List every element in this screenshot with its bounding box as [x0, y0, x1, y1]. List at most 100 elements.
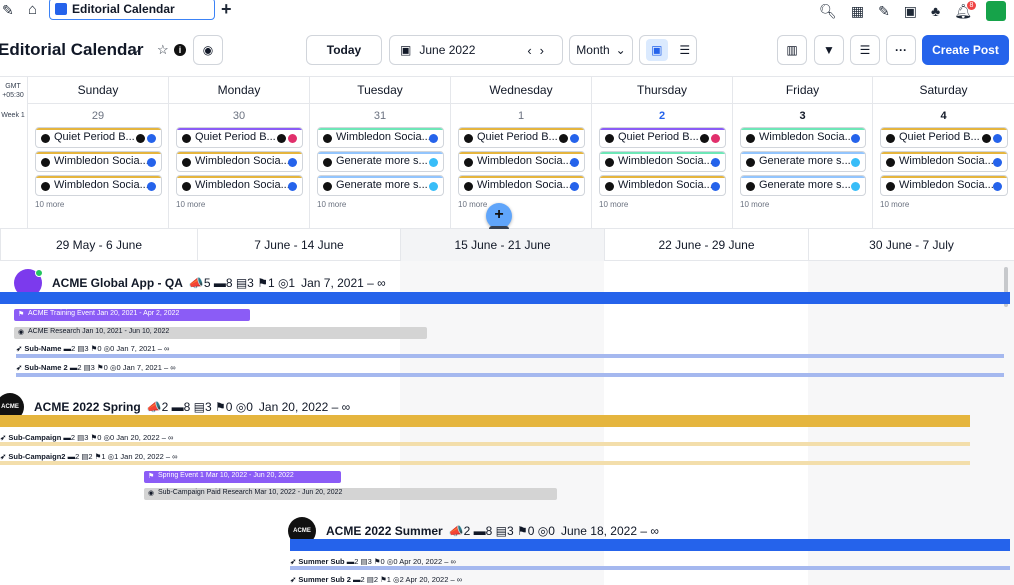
- people-icon[interactable]: ♣: [931, 3, 940, 19]
- post-card[interactable]: Wimbledon Socia...: [35, 175, 162, 196]
- add-tab-button[interactable]: +: [221, 0, 232, 20]
- week-range[interactable]: 22 June - 29 June: [604, 229, 808, 261]
- sub-campaign-row[interactable]: ➶ Summer Sub ▬2 ▤3 ⚑0 ◎0 Apr 20, 2022 – …: [290, 557, 456, 566]
- day-column-monday[interactable]: Monday 30 Quiet Period B... Wimbledon Socia…: [168, 77, 309, 230]
- tab-editorial-calendar[interactable]: Editorial Calendar: [49, 0, 215, 20]
- more-link[interactable]: 10 more: [35, 200, 168, 209]
- channel-icon: [288, 182, 297, 191]
- apps-icon[interactable]: ▦: [851, 3, 864, 20]
- post-card[interactable]: Wimbledon Socia...: [740, 127, 866, 148]
- post-card[interactable]: Wimbledon Socia...: [599, 151, 726, 172]
- bell-icon[interactable]: 🔔︎ 8: [954, 0, 976, 20]
- date-picker[interactable]: ▣ June 2022 ‹›: [389, 35, 563, 65]
- profile-icon: [41, 182, 50, 191]
- sub-campaign-row[interactable]: ➶ Sub-Name 2 ▬2 ▤3 ⚑0 ◎0 Jan 7, 2021 – ∞: [16, 363, 176, 372]
- status-icon: [700, 134, 709, 143]
- post-card[interactable]: Quiet Period B...: [35, 127, 162, 148]
- calendar-toolbar: Editorial Calendar ⌄ ☆ i ◉ Today ▣ June …: [0, 35, 1014, 67]
- user-avatar[interactable]: [986, 1, 1006, 21]
- profile-icon: [41, 134, 50, 143]
- day-column-tuesday[interactable]: Tuesday 31 Wimbledon Socia... Generate more…: [309, 77, 450, 230]
- sub-campaign-bar[interactable]: [0, 461, 970, 465]
- post-card[interactable]: Quiet Period B...: [176, 127, 303, 148]
- campaign-dates: Jan 7, 2021 – ∞: [301, 276, 386, 290]
- post-card[interactable]: Generate more s...: [317, 151, 444, 172]
- columns-button[interactable]: ▥: [777, 35, 807, 65]
- sub-campaign-row[interactable]: ➶ Sub-Name ▬2 ▤3 ⚑0 ◎0 Jan 7, 2021 – ∞: [16, 344, 169, 353]
- day-column-saturday[interactable]: Saturday 4 Quiet Period B... Wimbledon Soci…: [872, 77, 1014, 230]
- post-card[interactable]: Generate more s...: [740, 175, 866, 196]
- sliders-icon[interactable]: ☰: [679, 43, 690, 57]
- sub-campaign-bar[interactable]: [290, 566, 1010, 570]
- post-title: Wimbledon Socia...: [899, 155, 994, 167]
- prev-next-arrows[interactable]: ‹›: [527, 43, 552, 58]
- search-icon[interactable]: 🔍︎: [819, 3, 837, 20]
- calendar-view-icon[interactable]: ▣: [645, 39, 668, 61]
- campaign-gantt: ACME Global App - QA 📣5 ▬8 ▤3 ⚑1 ◎1 Jan …: [0, 261, 1014, 585]
- research-pill[interactable]: ◉ ACME Research Jan 10, 2021 - Jun 10, 20…: [14, 327, 427, 339]
- post-card[interactable]: Quiet Period B...: [599, 127, 726, 148]
- week-range[interactable]: 15 June - 21 June: [400, 229, 604, 261]
- add-post-button[interactable]: +: [486, 203, 512, 232]
- chevron-down-icon[interactable]: ⌄: [131, 42, 141, 56]
- view-mode-select[interactable]: Month ⌄: [569, 35, 633, 65]
- channel-icon: [711, 182, 720, 191]
- post-card[interactable]: Wimbledon Socia...: [880, 175, 1008, 196]
- post-card[interactable]: Generate more s...: [740, 151, 866, 172]
- event-pill[interactable]: ⚑ Spring Event 1 Mar 10, 2022 - Jun 20, 2…: [144, 471, 341, 483]
- app-logo-icon[interactable]: ✎: [2, 2, 14, 19]
- campaign-bar[interactable]: [290, 539, 1010, 551]
- star-icon[interactable]: ☆: [157, 42, 169, 58]
- create-post-button[interactable]: Create Post: [922, 35, 1009, 65]
- today-button[interactable]: Today: [306, 35, 382, 65]
- day-column-thursday[interactable]: Thursday 2 Quiet Period B... Wimbledon Soci…: [591, 77, 732, 230]
- sub-campaign-row[interactable]: ➶ Summer Sub 2 ▬2 ▤2 ⚑1 ◎2 Apr 20, 2022 …: [290, 575, 462, 584]
- sort-button[interactable]: ☰: [850, 35, 880, 65]
- day-number: 30: [232, 110, 246, 122]
- campaign-name: ACME 2022 Spring: [34, 400, 141, 414]
- more-link[interactable]: 10 more: [176, 200, 309, 209]
- post-card[interactable]: Wimbledon Socia...: [35, 151, 162, 172]
- research-pill[interactable]: ◉ Sub-Campaign Paid Research Mar 10, 2022…: [144, 488, 557, 500]
- sort-icon: ☰: [859, 43, 871, 57]
- sub-campaign-row[interactable]: ➶ Sub-Campaign ▬2 ▤3 ⚑0 ◎0 Jan 20, 2022 …: [0, 433, 173, 442]
- compose-icon[interactable]: ✎: [878, 3, 890, 20]
- event-pill[interactable]: ⚑ ACME Training Event Jan 20, 2021 - Apr …: [14, 309, 250, 321]
- more-link[interactable]: 10 more: [880, 200, 1014, 209]
- more-button[interactable]: ···: [886, 35, 916, 65]
- day-column-sunday[interactable]: Sunday 29 Quiet Period B... Wimbledon Socia…: [27, 77, 168, 230]
- visibility-button[interactable]: ◉: [193, 35, 223, 65]
- day-column-friday[interactable]: Friday 3 Wimbledon Socia... Generate more s…: [732, 77, 872, 230]
- more-link[interactable]: 10 more: [458, 200, 591, 209]
- post-card[interactable]: Wimbledon Socia...: [599, 175, 726, 196]
- week-range[interactable]: 29 May - 6 June: [0, 229, 197, 261]
- channel-icon: [993, 182, 1002, 191]
- info-icon[interactable]: i: [174, 44, 186, 56]
- post-card[interactable]: Wimbledon Socia...: [458, 175, 585, 196]
- more-link[interactable]: 10 more: [317, 200, 450, 209]
- filter-button[interactable]: ▼: [814, 35, 844, 65]
- post-title: Quiet Period B...: [195, 131, 276, 143]
- home-icon[interactable]: ⌂: [28, 1, 37, 18]
- week-range[interactable]: 7 June - 14 June: [197, 229, 400, 261]
- post-card[interactable]: Wimbledon Socia...: [458, 151, 585, 172]
- campaign-bar[interactable]: [0, 292, 1010, 304]
- post-card[interactable]: Quiet Period B...: [880, 127, 1008, 148]
- post-card[interactable]: Wimbledon Socia...: [176, 175, 303, 196]
- post-card[interactable]: Quiet Period B...: [458, 127, 585, 148]
- sub-campaign-bar[interactable]: [16, 354, 1004, 358]
- sub-campaign-bar[interactable]: [16, 373, 1004, 377]
- day-column-wednesday[interactable]: Wednesday 1 Quiet Period B... Wimbledon Soc…: [450, 77, 591, 230]
- sub-campaign-bar[interactable]: [0, 442, 970, 446]
- profile-icon: [182, 158, 191, 167]
- more-link[interactable]: 10 more: [740, 200, 872, 209]
- post-card[interactable]: Wimbledon Socia...: [176, 151, 303, 172]
- week-range[interactable]: 30 June - 7 July: [808, 229, 1014, 261]
- campaign-bar[interactable]: [0, 415, 970, 427]
- more-link[interactable]: 10 more: [599, 200, 732, 209]
- sub-campaign-row[interactable]: ➶ Sub-Campaign2 ▬2 ▤2 ⚑1 ◎1 Jan 20, 2022…: [0, 452, 178, 461]
- post-card[interactable]: Generate more s...: [317, 175, 444, 196]
- post-card[interactable]: Wimbledon Socia...: [317, 127, 444, 148]
- post-card[interactable]: Wimbledon Socia...: [880, 151, 1008, 172]
- calendar-icon[interactable]: ▣: [904, 3, 917, 20]
